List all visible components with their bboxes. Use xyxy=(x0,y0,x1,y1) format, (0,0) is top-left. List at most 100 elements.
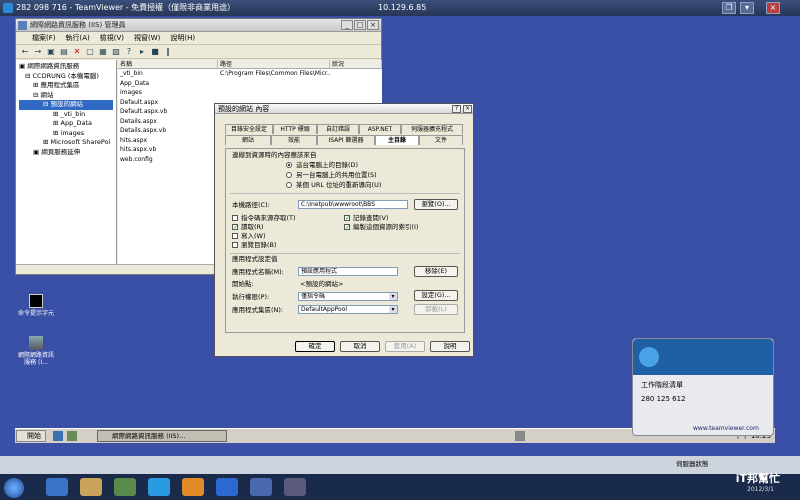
dialog-close-icon[interactable]: × xyxy=(463,105,472,113)
ok-button[interactable]: 確定 xyxy=(295,341,335,352)
session-list-title[interactable]: 工作階段清單 xyxy=(641,381,683,389)
tab-server-extensions[interactable]: 伺服器擴充程式 xyxy=(401,124,463,134)
dialog-help-icon[interactable]: ? xyxy=(452,105,461,113)
tree-node-app-pools[interactable]: ⊞ 應用程式集區 xyxy=(19,81,113,91)
apply-button[interactable]: 套用(A) xyxy=(385,341,425,352)
tab-home-directory[interactable]: 主目錄 xyxy=(375,135,419,145)
table-row[interactable]: App_Data xyxy=(118,79,382,89)
tree-node-app-data[interactable]: ⊞ App_Data xyxy=(19,119,113,129)
paint-taskbar-icon[interactable] xyxy=(284,478,306,496)
chk-script-source-label: 指令碼來源存取(T) xyxy=(241,214,296,222)
help-button[interactable]: 說明 xyxy=(430,341,470,352)
col-status[interactable]: 狀況 xyxy=(330,60,382,68)
start-button[interactable]: 開始 xyxy=(16,430,46,442)
tray-icon[interactable] xyxy=(515,431,525,441)
toolbar-toggle-button[interactable]: ▾ xyxy=(740,2,754,14)
chk-read[interactable]: ✓ xyxy=(232,224,238,231)
browse-button[interactable]: 瀏覽(O)... xyxy=(414,199,458,210)
refresh-icon[interactable]: ▦ xyxy=(98,47,108,57)
stop-icon[interactable]: ■ xyxy=(150,47,160,57)
tab-custom-errors[interactable]: 自訂錯誤 xyxy=(317,124,359,134)
taskbar-iis-task[interactable]: 網際網路資訊服務 (IIS)... xyxy=(97,430,227,442)
forward-icon[interactable]: → xyxy=(33,47,43,57)
pause-icon[interactable]: ‖ xyxy=(163,47,173,57)
play-icon[interactable]: ▸ xyxy=(137,47,147,57)
close-button[interactable]: × xyxy=(766,2,780,14)
chk-index[interactable]: ✓ xyxy=(344,224,350,231)
tab-website[interactable]: 網站 xyxy=(225,135,271,145)
iis-app-icon xyxy=(18,21,27,30)
radio-local-dir[interactable] xyxy=(286,162,292,168)
local-path-field[interactable]: C:\Inetpub\wwwroot\BBS xyxy=(298,200,408,209)
skype-taskbar-icon[interactable] xyxy=(148,478,170,496)
tree-node-web-service-ext[interactable]: ▣ 網頁服務延伸 xyxy=(19,148,113,158)
tab-performance[interactable]: 效能 xyxy=(271,135,317,145)
close-icon[interactable]: × xyxy=(367,20,379,30)
col-name[interactable]: 名稱 xyxy=(118,60,218,68)
help-icon[interactable]: ? xyxy=(124,47,134,57)
tab-documents[interactable]: 文件 xyxy=(419,135,463,145)
tab-http-headers[interactable]: HTTP 標頭 xyxy=(273,124,317,134)
tree-node-root[interactable]: ▣ 網際網路資訊服務 xyxy=(19,62,113,72)
chk-log-visits-label: 記錄查閱(V) xyxy=(353,214,389,222)
radio-url[interactable] xyxy=(286,182,292,188)
menu-action[interactable]: 執行(A) xyxy=(66,32,90,44)
folder-taskbar-icon[interactable] xyxy=(80,478,102,496)
desktop-icon-cmd[interactable]: 命令提示字元 xyxy=(16,294,56,317)
exec-perm-select[interactable]: 僅指令碼 xyxy=(298,292,398,301)
maximize-icon[interactable]: □ xyxy=(354,20,366,30)
chk-write[interactable] xyxy=(232,233,238,239)
watermark-date: 2012/3/1 xyxy=(747,486,774,493)
tab-aspnet[interactable]: ASP.NET xyxy=(359,124,401,134)
teamviewer-taskbar-icon[interactable] xyxy=(216,478,238,496)
menu-file[interactable]: 檔案(F) xyxy=(32,32,56,44)
unload-button[interactable]: 卸載(L) xyxy=(414,304,458,315)
app-name-field[interactable]: 預設應用程式 xyxy=(298,267,398,276)
config-button[interactable]: 設定(G)... xyxy=(414,290,458,301)
chk-script-source[interactable] xyxy=(232,215,238,221)
iis-menu-bar: 檔案(F) 執行(A) 檢視(V) 視窗(W) 說明(H) xyxy=(16,32,381,45)
table-row[interactable]: images xyxy=(118,88,382,98)
chk-log-visits[interactable]: ✓ xyxy=(344,215,350,222)
up-icon[interactable]: ▣ xyxy=(46,47,56,57)
windows-start-orb-icon[interactable] xyxy=(4,478,24,498)
firefox-taskbar-icon[interactable] xyxy=(182,478,204,496)
remote-ip: 10.129.6.85 xyxy=(378,3,427,12)
radio-share[interactable] xyxy=(286,172,292,178)
export-icon[interactable]: ▧ xyxy=(111,47,121,57)
ie-taskbar-icon[interactable] xyxy=(46,478,68,496)
remove-button[interactable]: 移除(E) xyxy=(414,266,458,277)
restore-button[interactable]: ❐ xyxy=(722,2,736,14)
app-taskbar-icon[interactable] xyxy=(114,478,136,496)
explorer-quicklaunch-icon[interactable] xyxy=(67,431,77,441)
back-icon[interactable]: ← xyxy=(20,47,30,57)
local-taskbar: 伺服器狀態 xyxy=(0,456,800,500)
row-name: App_Data xyxy=(120,79,150,87)
tree-node-images[interactable]: ⊞ images xyxy=(19,129,113,139)
tree-node-sharepoint[interactable]: ⊞ Microsoft SharePoi xyxy=(19,138,113,148)
tree-node-websites[interactable]: ⊟ 網站 xyxy=(19,91,113,101)
menu-view[interactable]: 檢視(V) xyxy=(100,32,124,44)
cancel-button[interactable]: 取消 xyxy=(340,341,380,352)
tree-node-server[interactable]: ⊟ CCDRUNG (本機電腦) xyxy=(19,72,113,82)
teamviewer-title: 282 098 716 - TeamViewer - 免費授權（僅限非商業用途） xyxy=(16,3,236,12)
table-row[interactable]: _vti_bin C:\Program Files\Common Files\Mi… xyxy=(118,69,382,79)
teamviewer-panel: 工作階段清單 280 125 612 www.teamviewer.com xyxy=(632,338,774,436)
menu-help[interactable]: 說明(H) xyxy=(170,32,195,44)
tab-directory-security[interactable]: 目錄安全設定 xyxy=(225,124,273,134)
word-taskbar-icon[interactable] xyxy=(250,478,272,496)
minimize-icon[interactable]: _ xyxy=(341,20,353,30)
menu-window[interactable]: 視窗(W) xyxy=(134,32,160,44)
tree-node-default-site[interactable]: ⊟ 預設的網站 xyxy=(19,100,113,110)
tree-node-vti-bin[interactable]: ⊞ _vti_bin xyxy=(19,110,113,120)
app-pool-select[interactable]: DefaultAppPool xyxy=(298,305,398,314)
chk-dir-browse[interactable] xyxy=(232,242,238,248)
show-tree-icon[interactable]: ▤ xyxy=(59,47,69,57)
delete-icon[interactable]: ✕ xyxy=(72,47,82,57)
col-path[interactable]: 路徑 xyxy=(218,60,330,68)
properties-icon[interactable]: ▢ xyxy=(85,47,95,57)
teamviewer-link[interactable]: www.teamviewer.com xyxy=(693,425,759,433)
desktop-icon-iis[interactable]: 網際網路資訊服務 (I... xyxy=(16,336,56,366)
tab-isapi-filters[interactable]: ISAPI 篩選器 xyxy=(317,135,375,145)
ie-quicklaunch-icon[interactable] xyxy=(53,431,63,441)
